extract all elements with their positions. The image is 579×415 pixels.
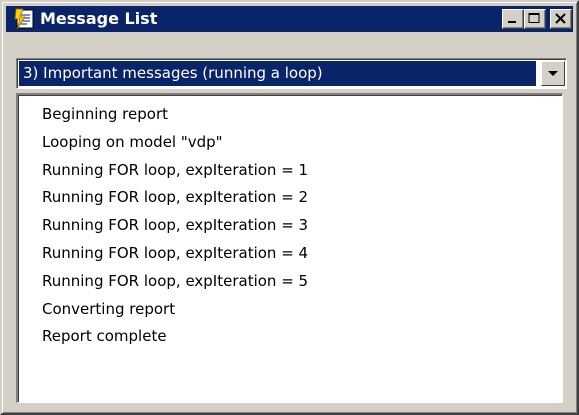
window-title: Message List <box>40 9 158 28</box>
close-button[interactable] <box>550 9 572 29</box>
dropdown-button[interactable] <box>541 61 565 86</box>
minimize-icon <box>508 21 516 23</box>
message-list[interactable]: Beginning report Looping on model "vdp" … <box>16 93 563 403</box>
message-item[interactable]: Running FOR loop, expIteration = 5 <box>42 268 308 296</box>
message-item[interactable]: Report complete <box>42 323 308 351</box>
message-list-app-icon <box>14 8 34 30</box>
message-item[interactable]: Running FOR loop, expIteration = 1 <box>42 157 308 185</box>
message-list-window: Message List 3) Important messages (runn… <box>0 0 579 415</box>
message-item[interactable]: Running FOR loop, expIteration = 4 <box>42 240 308 268</box>
message-filter-selected[interactable]: 3) Important messages (running a loop) <box>19 61 536 86</box>
message-item[interactable]: Looping on model "vdp" <box>42 129 308 157</box>
title-bar[interactable]: Message List <box>6 6 573 32</box>
message-item[interactable]: Converting report <box>42 296 308 324</box>
maximize-icon <box>528 13 540 23</box>
message-item[interactable]: Running FOR loop, expIteration = 3 <box>42 212 308 240</box>
close-icon <box>555 13 566 24</box>
message-item[interactable]: Running FOR loop, expIteration = 2 <box>42 184 308 212</box>
chevron-down-icon <box>548 71 558 76</box>
minimize-button[interactable] <box>502 9 524 29</box>
message-list-items: Beginning report Looping on model "vdp" … <box>42 101 308 351</box>
message-filter-dropdown[interactable]: 3) Important messages (running a loop) <box>16 58 567 89</box>
message-item[interactable]: Beginning report <box>42 101 308 129</box>
maximize-button[interactable] <box>524 9 546 29</box>
